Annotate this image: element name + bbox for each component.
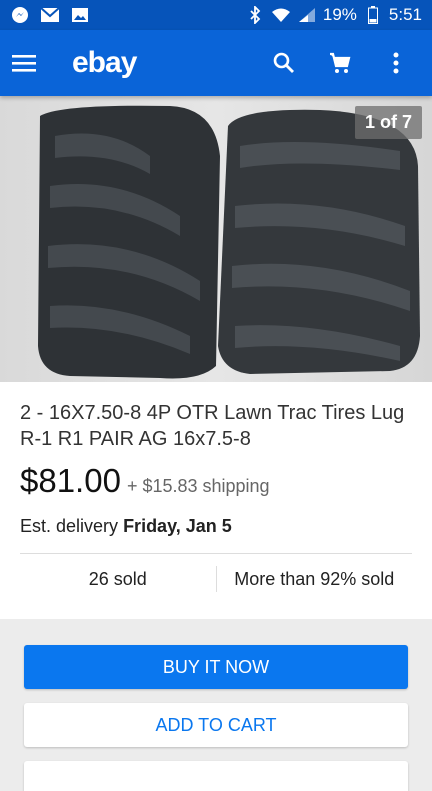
status-bar: 19% 5:51 [0,0,432,30]
delivery-date: Friday, Jan 5 [123,516,232,536]
purchase-actions: BUY IT NOW ADD TO CART [0,619,432,791]
item-price: $81.00 [20,462,121,499]
sold-percent: More than 92% sold [234,568,395,589]
next-action-button[interactable] [24,761,408,791]
battery-icon [363,6,383,24]
buy-it-now-button[interactable]: BUY IT NOW [24,645,408,689]
sales-stats: 26 sold More than 92% sold [20,553,412,604]
menu-button[interactable] [12,41,56,85]
battery-percent: 19% [322,5,357,24]
item-title: 2 - 16X7.50-8 4P OTR Lawn Trac Tires Lug… [20,402,405,450]
add-to-cart-button[interactable]: ADD TO CART [24,703,408,747]
signal-icon [297,6,317,24]
search-button[interactable] [260,39,308,87]
image-counter: 1 of 7 [354,106,422,139]
cart-icon [330,52,351,73]
bluetooth-icon [245,6,265,24]
delivery-label: Est. delivery [20,516,119,536]
item-info-card: 2 - 16X7.50-8 4P OTR Lawn Trac Tires Lug… [0,382,432,619]
estimated-delivery: Est. delivery Friday, Jan 5 [20,516,412,537]
sold-count: 26 sold [88,568,147,589]
shipping-cost: + $15.83 shipping [126,476,270,496]
item-image-gallery[interactable]: 1 of 7 [0,96,432,382]
wifi-icon [271,6,291,24]
more-vert-icon [393,52,399,74]
cart-button[interactable] [316,39,364,87]
gmail-icon [40,6,60,24]
ebay-logo[interactable]: ebay [72,46,137,80]
menu-icon [12,55,36,72]
clock: 5:51 [388,5,422,24]
messenger-icon [10,6,30,24]
gallery-icon [70,6,90,24]
price-row: $81.00 + $15.83 shipping [20,462,412,500]
more-options-button[interactable] [372,39,420,87]
app-bar: ebay [0,30,432,96]
search-icon [273,52,294,73]
